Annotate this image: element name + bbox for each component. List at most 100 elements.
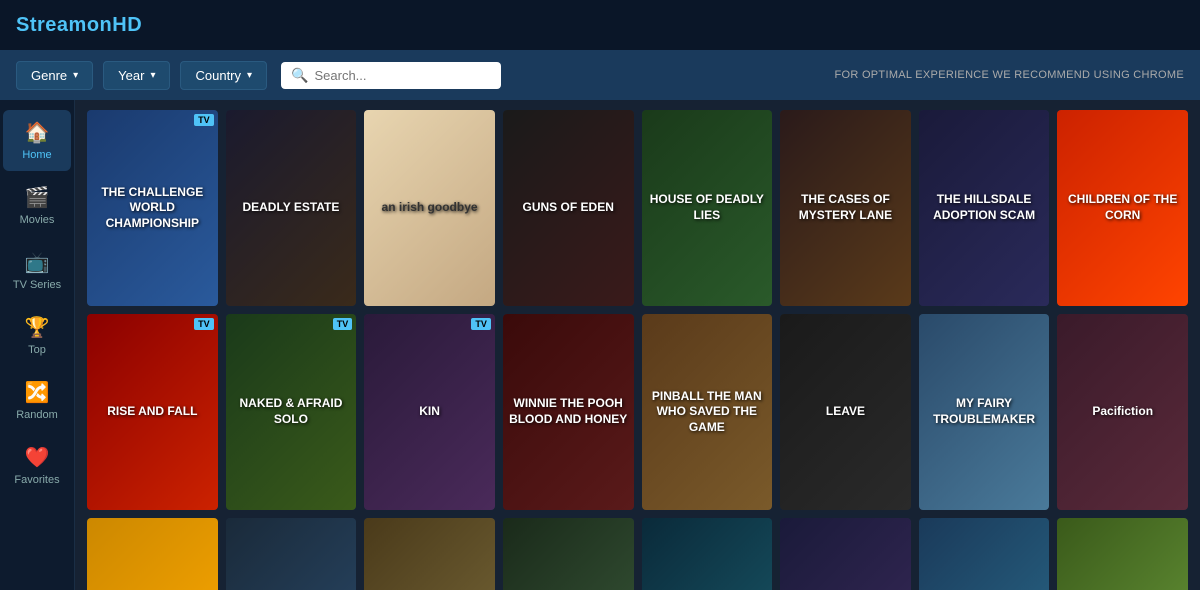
genre-chevron-icon: ▾ bbox=[73, 70, 78, 81]
movie-poster bbox=[364, 518, 495, 590]
search-input[interactable] bbox=[314, 68, 491, 83]
movie-grid-row1: THE CHALLENGE WORLD CHAMPIONSHIPTV DEADLY… bbox=[87, 110, 1188, 306]
movie-title: NAKED & AFRAID SOLO bbox=[232, 396, 351, 427]
movie-title: an irish goodbye bbox=[382, 200, 478, 216]
movie-title: PINBALL THE MAN WHO SAVED THE GAME bbox=[648, 389, 767, 436]
movie-card[interactable]: RISE AND FALL TV bbox=[87, 314, 218, 510]
movie-title: RISE AND FALL bbox=[107, 404, 197, 420]
tv-badge: TV bbox=[194, 318, 214, 330]
content: THE CHALLENGE WORLD CHAMPIONSHIPTV DEADLY… bbox=[75, 100, 1200, 590]
sidebar-label-home: Home bbox=[22, 149, 51, 161]
movie-card[interactable] bbox=[364, 518, 495, 590]
movie-poster: Pacifiction bbox=[1057, 314, 1188, 510]
movie-card[interactable]: ERA ORA bbox=[87, 518, 218, 590]
main: 🏠 Home 🎬 Movies 📺 TV Series 🏆 Top 🔀 Rand… bbox=[0, 100, 1200, 590]
logo-highlight: HD bbox=[112, 14, 142, 36]
movie-card[interactable]: HOUSE OF DEADLY LIES bbox=[642, 110, 773, 306]
movie-poster: PINBALL THE MAN WHO SAVED THE GAME bbox=[642, 314, 773, 510]
movie-card[interactable]: LEAVE bbox=[780, 314, 911, 510]
movie-poster: RISE AND FALL TV bbox=[87, 314, 218, 510]
header: StreamonHD bbox=[0, 0, 1200, 50]
movie-card[interactable] bbox=[642, 518, 773, 590]
movie-card[interactable] bbox=[780, 518, 911, 590]
movie-card[interactable]: THE HILLSDALE ADOPTION SCAM bbox=[919, 110, 1050, 306]
sidebar-label-movies: Movies bbox=[20, 214, 55, 226]
movie-grid-row3: ERA ORAவாக்கீ SUPERCELL bbox=[87, 518, 1188, 590]
home-icon: 🏠 bbox=[25, 120, 50, 145]
movie-poster bbox=[919, 518, 1050, 590]
sidebar-item-movies[interactable]: 🎬 Movies bbox=[3, 175, 71, 236]
sidebar-item-top[interactable]: 🏆 Top bbox=[3, 305, 71, 366]
country-chevron-icon: ▾ bbox=[247, 70, 252, 81]
movie-card[interactable]: CHILDREN OF THE CORN bbox=[1057, 110, 1188, 306]
sidebar-item-home[interactable]: 🏠 Home bbox=[3, 110, 71, 171]
movie-card[interactable]: THE CHALLENGE WORLD CHAMPIONSHIPTV bbox=[87, 110, 218, 306]
movie-card[interactable]: NAKED & AFRAID SOLO TV bbox=[226, 314, 357, 510]
sidebar-item-random[interactable]: 🔀 Random bbox=[3, 370, 71, 431]
logo-text: Streamon bbox=[16, 14, 112, 36]
movie-card[interactable]: PINBALL THE MAN WHO SAVED THE GAME bbox=[642, 314, 773, 510]
chrome-notice: FOR OPTIMAL EXPERIENCE WE RECOMMEND USIN… bbox=[834, 69, 1184, 81]
movie-poster: WINNIE THE POOH BLOOD AND HONEY bbox=[503, 314, 634, 510]
movie-title: CHILDREN OF THE CORN bbox=[1063, 192, 1182, 223]
movie-title: DEADLY ESTATE bbox=[242, 200, 339, 216]
movie-poster: NAKED & AFRAID SOLO TV bbox=[226, 314, 357, 510]
movie-poster: MY FAIRY TROUBLEMAKER bbox=[919, 314, 1050, 510]
tv-badge: TV bbox=[333, 318, 353, 330]
sidebar: 🏠 Home 🎬 Movies 📺 TV Series 🏆 Top 🔀 Rand… bbox=[0, 100, 75, 590]
movie-poster: DEADLY ESTATE bbox=[226, 110, 357, 306]
movie-poster: an irish goodbye bbox=[364, 110, 495, 306]
year-filter-button[interactable]: Year ▾ bbox=[103, 61, 170, 90]
movie-card[interactable]: SUPERCELL bbox=[1057, 518, 1188, 590]
sidebar-item-tvseries[interactable]: 📺 TV Series bbox=[3, 240, 71, 301]
movie-card[interactable]: THE CASES OF MYSTERY LANE bbox=[780, 110, 911, 306]
movie-poster: THE CASES OF MYSTERY LANE bbox=[780, 110, 911, 306]
movie-card[interactable] bbox=[503, 518, 634, 590]
genre-filter-button[interactable]: Genre ▾ bbox=[16, 61, 93, 90]
movie-card[interactable]: Pacifiction bbox=[1057, 314, 1188, 510]
movie-title: THE CASES OF MYSTERY LANE bbox=[786, 192, 905, 223]
top-icon: 🏆 bbox=[25, 315, 50, 340]
year-chevron-icon: ▾ bbox=[150, 70, 155, 81]
sidebar-item-favorites[interactable]: ❤️ Favorites bbox=[3, 435, 71, 496]
search-icon: 🔍 bbox=[291, 67, 308, 84]
year-label: Year bbox=[118, 68, 144, 83]
sidebar-label-tvseries: TV Series bbox=[13, 279, 61, 291]
movie-card[interactable]: வாக்கீ bbox=[226, 518, 357, 590]
logo[interactable]: StreamonHD bbox=[16, 14, 142, 37]
movie-card[interactable]: GUNS OF EDEN bbox=[503, 110, 634, 306]
movies-icon: 🎬 bbox=[25, 185, 50, 210]
navbar: Genre ▾ Year ▾ Country ▾ 🔍 FOR OPTIMAL E… bbox=[0, 50, 1200, 100]
movie-poster: HOUSE OF DEADLY LIES bbox=[642, 110, 773, 306]
movie-card[interactable]: MY FAIRY TROUBLEMAKER bbox=[919, 314, 1050, 510]
genre-label: Genre bbox=[31, 68, 67, 83]
search-bar: 🔍 bbox=[281, 62, 501, 89]
movie-poster: ERA ORA bbox=[87, 518, 218, 590]
country-label: Country bbox=[195, 68, 241, 83]
movie-poster: LEAVE bbox=[780, 314, 911, 510]
sidebar-label-random: Random bbox=[16, 409, 58, 421]
tv-badge: TV bbox=[194, 114, 214, 126]
movie-title: MY FAIRY TROUBLEMAKER bbox=[925, 396, 1044, 427]
tvseries-icon: 📺 bbox=[25, 250, 50, 275]
movie-poster: CHILDREN OF THE CORN bbox=[1057, 110, 1188, 306]
movie-poster: THE CHALLENGE WORLD CHAMPIONSHIPTV bbox=[87, 110, 218, 306]
movie-poster: GUNS OF EDEN bbox=[503, 110, 634, 306]
movie-poster: KINTV bbox=[364, 314, 495, 510]
favorites-icon: ❤️ bbox=[25, 445, 50, 470]
movie-card[interactable] bbox=[919, 518, 1050, 590]
movie-poster: SUPERCELL bbox=[1057, 518, 1188, 590]
movie-card[interactable]: DEADLY ESTATE bbox=[226, 110, 357, 306]
movie-card[interactable]: KINTV bbox=[364, 314, 495, 510]
movie-title: WINNIE THE POOH BLOOD AND HONEY bbox=[509, 396, 628, 427]
movie-poster bbox=[642, 518, 773, 590]
movie-poster: THE HILLSDALE ADOPTION SCAM bbox=[919, 110, 1050, 306]
movie-poster bbox=[780, 518, 911, 590]
tv-badge: TV bbox=[471, 318, 491, 330]
movie-card[interactable]: WINNIE THE POOH BLOOD AND HONEY bbox=[503, 314, 634, 510]
sidebar-label-top: Top bbox=[28, 344, 46, 356]
movie-grid-row2: RISE AND FALLTVNAKED & AFRAID SOLOTVKINT… bbox=[87, 314, 1188, 510]
country-filter-button[interactable]: Country ▾ bbox=[180, 61, 267, 90]
random-icon: 🔀 bbox=[25, 380, 50, 405]
movie-card[interactable]: an irish goodbye bbox=[364, 110, 495, 306]
